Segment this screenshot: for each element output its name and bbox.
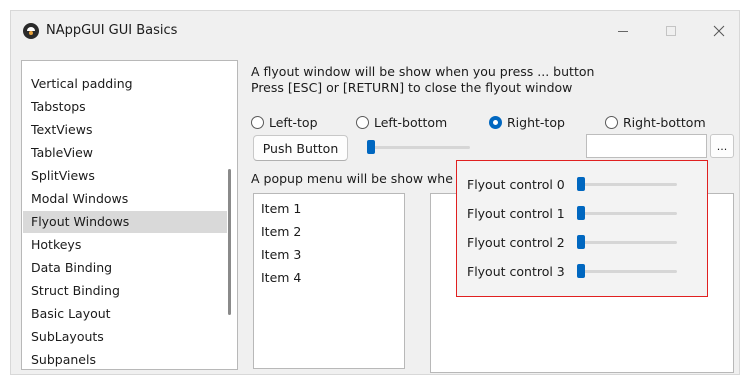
radio-right-bottom[interactable]: Right-bottom (605, 113, 706, 131)
radio-circle (251, 115, 264, 129)
slider-track (577, 241, 677, 244)
list-item[interactable]: SplitViews (23, 165, 227, 187)
list-item[interactable]: Subpanels (23, 349, 227, 371)
flyout-control-label: Flyout control 3 (467, 263, 565, 279)
flyout-slider[interactable] (577, 264, 677, 278)
title-bar: NAppGUI GUI Basics (11, 11, 739, 51)
flyout-row: Flyout control 1 (467, 204, 677, 222)
list-item[interactable]: SubLayouts (23, 326, 227, 348)
radio-left-bottom[interactable]: Left-bottom (356, 113, 447, 131)
radio-circle (605, 115, 618, 129)
nappgui-logo-icon (23, 23, 39, 39)
slider-track (577, 270, 677, 273)
popup-list-item[interactable]: Item 4 (261, 267, 301, 289)
popup-list-item[interactable]: Item 1 (261, 198, 301, 220)
flyout-control-label: Flyout control 2 (467, 234, 565, 250)
slider-thumb[interactable] (367, 140, 375, 154)
list-item[interactable]: Modal Windows (23, 188, 227, 210)
radio-circle-checked (489, 115, 502, 129)
list-item[interactable]: Tabstops (23, 96, 227, 118)
maximize-icon (666, 26, 676, 36)
radio-label: Left-top (269, 114, 318, 130)
radio-label: Left-bottom (374, 114, 448, 130)
list-item[interactable]: Data Binding (23, 257, 227, 279)
flyout-open-button[interactable]: ... (710, 134, 734, 158)
list-item[interactable]: Basic Layout (23, 303, 227, 325)
slider-thumb[interactable] (577, 177, 585, 191)
info-text: A flyout window will be show when you pr… (251, 64, 594, 96)
list-item[interactable]: Hotkeys (23, 234, 227, 256)
push-button[interactable]: Push Button (253, 135, 348, 161)
minimize-button[interactable] (609, 19, 637, 43)
slider-thumb[interactable] (577, 206, 585, 220)
list-item[interactable]: Vertical padding (23, 73, 227, 95)
list-scrollbar[interactable] (228, 169, 231, 315)
list-item-selected[interactable]: Flyout Windows (23, 211, 227, 233)
list-item[interactable]: TableView (23, 142, 227, 164)
flyout-row: Flyout control 3 (467, 262, 677, 280)
radio-label: Right-bottom (623, 114, 706, 130)
popup-list[interactable]: Item 1 Item 2 Item 3 Item 4 (253, 193, 405, 369)
slider-thumb[interactable] (577, 264, 585, 278)
slider-track (577, 212, 677, 215)
window-title: NAppGUI GUI Basics (46, 23, 178, 38)
radio-label: Right-top (507, 114, 565, 130)
close-icon (713, 25, 725, 37)
popup-list-item[interactable]: Item 2 (261, 221, 301, 243)
list-item[interactable]: TextViews (23, 119, 227, 141)
radio-circle (356, 115, 369, 129)
slider-track (367, 146, 470, 149)
text-field[interactable] (586, 134, 707, 158)
flyout-slider[interactable] (577, 235, 677, 249)
client-area: Vertical padding Tabstops TextViews Tabl… (11, 51, 739, 374)
info-line-1: A flyout window will be show when you pr… (251, 64, 595, 79)
radio-left-top[interactable]: Left-top (251, 113, 318, 131)
close-button[interactable] (705, 19, 733, 43)
app-window: NAppGUI GUI Basics Vertical padding Tabs… (10, 10, 740, 375)
list-item[interactable]: Struct Binding (23, 280, 227, 302)
main-slider[interactable] (367, 140, 470, 154)
flyout-control-label: Flyout control 1 (467, 205, 565, 221)
minimize-icon (618, 31, 628, 32)
flyout-slider[interactable] (577, 177, 677, 191)
flyout-window: Flyout control 0 Flyout control 1 Flyout… (456, 160, 708, 297)
info-line-2: Press [ESC] or [RETURN] to close the fly… (251, 80, 573, 95)
slider-thumb[interactable] (577, 235, 585, 249)
slider-track (577, 183, 677, 186)
flyout-slider[interactable] (577, 206, 677, 220)
popup-label: A popup menu will be show whe (251, 171, 453, 186)
demo-list[interactable]: Vertical padding Tabstops TextViews Tabl… (21, 60, 238, 370)
flyout-row: Flyout control 0 (467, 175, 677, 193)
flyout-control-label: Flyout control 0 (467, 176, 565, 192)
radio-right-top[interactable]: Right-top (489, 113, 565, 131)
popup-list-item[interactable]: Item 3 (261, 244, 301, 266)
maximize-button[interactable] (657, 19, 685, 43)
flyout-row: Flyout control 2 (467, 233, 677, 251)
